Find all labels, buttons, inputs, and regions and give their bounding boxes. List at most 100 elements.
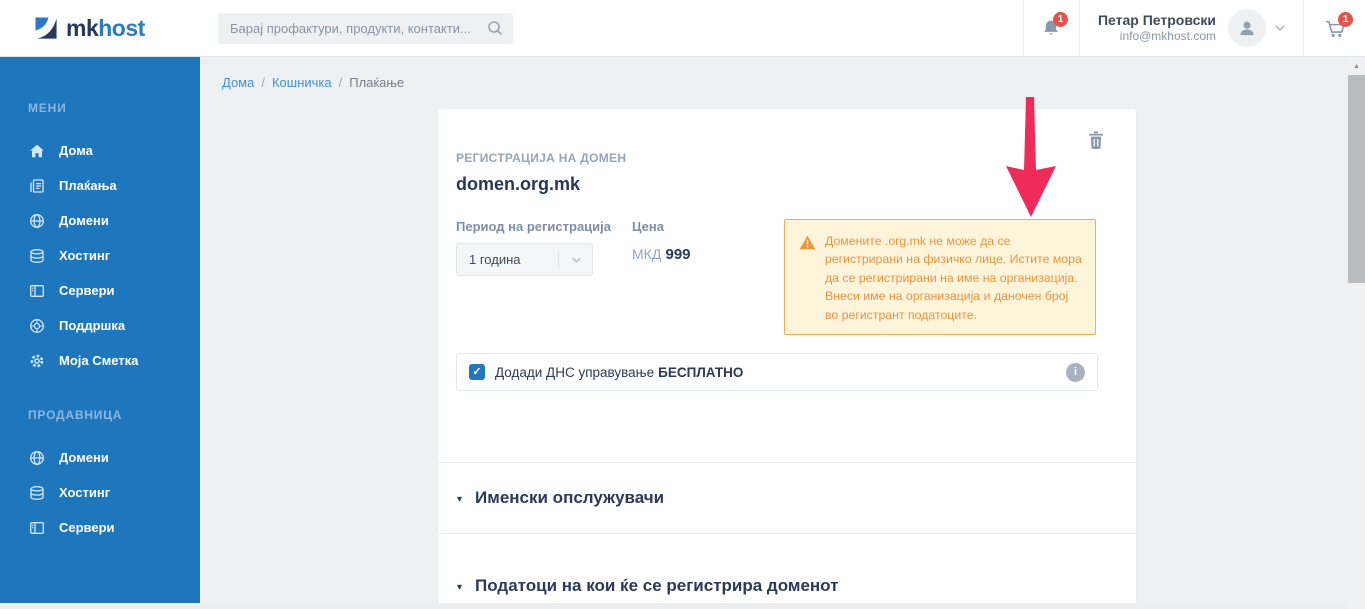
- item-type-label: РЕГИСТРАЦИЈА НА ДОМЕН: [456, 151, 627, 165]
- caret-down-icon: ▾: [457, 581, 463, 593]
- period-label: Период на регистрација: [456, 219, 612, 234]
- search-input[interactable]: [218, 12, 513, 44]
- options-row: Период на регистрација 1 година Цена МКД…: [456, 219, 1118, 336]
- section-nameservers-toggle[interactable]: ▾ Именски опслужувачи: [438, 463, 1136, 534]
- sidebar-item-payments[interactable]: Плаќања: [0, 168, 200, 203]
- sidebar: МЕНИ Дома Плаќања Домени Хостинг Сервери…: [0, 57, 200, 609]
- sidebar-item-label: Моја Сметка: [59, 353, 139, 368]
- main-content: Дома / Кошничка / Плаќање РЕГИСТРАЦИЈА Н…: [200, 57, 1365, 609]
- brand-prefix: mk: [66, 14, 99, 41]
- chevron-down-icon: [1275, 24, 1285, 31]
- brand-wordmark: mkhost: [66, 14, 145, 41]
- dns-label-text: Додади ДНС управување: [495, 364, 655, 380]
- sidebar-item-label: Домени: [59, 450, 109, 465]
- home-icon: [28, 142, 45, 159]
- shop-item-servers[interactable]: Сервери: [0, 510, 200, 545]
- breadcrumb-current: Плаќање: [349, 75, 405, 90]
- sidebar-item-support[interactable]: Поддршка: [0, 308, 200, 343]
- info-icon[interactable]: i: [1066, 362, 1085, 382]
- sidebar-item-label: Сервери: [59, 283, 115, 298]
- scroll-up-arrow-icon[interactable]: ▲: [1348, 57, 1365, 75]
- shop-item-domains[interactable]: Домени: [0, 440, 200, 475]
- sidebar-item-label: Домени: [59, 213, 109, 228]
- sidebar-item-servers[interactable]: Сервери: [0, 273, 200, 308]
- cart-button[interactable]: 1: [1303, 0, 1365, 56]
- section-label: Именски опслужувачи: [475, 488, 665, 507]
- breadcrumb-home-link[interactable]: Дома: [222, 75, 254, 90]
- global-search: [218, 12, 513, 44]
- dns-option-label: Додади ДНС управување БЕСПЛАТНО: [495, 365, 743, 380]
- gear-icon: [28, 352, 45, 369]
- sidebar-item-label: Сервери: [59, 520, 115, 535]
- dns-option-row: ✓ Додади ДНС управување БЕСПЛАТНО i: [456, 353, 1098, 391]
- brand-logo[interactable]: mkhost: [0, 0, 200, 56]
- warning-icon: [799, 235, 816, 250]
- breadcrumb-separator: /: [261, 75, 265, 90]
- period-selected-value: 1 година: [469, 252, 521, 267]
- globe-icon: [28, 212, 45, 229]
- check-icon: ✓: [472, 365, 482, 378]
- org-domain-warning: Домените .org.mk не може да се регистрир…: [784, 219, 1096, 336]
- sidebar-item-hosting[interactable]: Хостинг: [0, 238, 200, 273]
- sidebar-item-label: Хостинг: [59, 248, 111, 263]
- sidebar-item-label: Поддршка: [59, 318, 126, 333]
- price-currency: МКД: [632, 246, 662, 262]
- hosting-icon: [28, 484, 45, 501]
- person-icon: [1240, 21, 1254, 36]
- sidebar-item-label: Хостинг: [59, 485, 111, 500]
- page: mkhost 1 Петар Петровски info@mkhost.com: [0, 0, 1365, 609]
- globe-icon: [28, 449, 45, 466]
- sidebar-section-menu-title: МЕНИ: [28, 101, 67, 115]
- cart-badge: 1: [1338, 12, 1353, 27]
- caret-down-icon: ▾: [457, 493, 463, 505]
- price-amount: 999: [665, 246, 691, 263]
- warning-text: Домените .org.mk не може да се регистрир…: [825, 234, 1082, 322]
- info-glyph: i: [1073, 366, 1078, 378]
- section-label: Податоци на кои ќе се регистрира доменот: [475, 576, 839, 595]
- dns-checkbox[interactable]: ✓: [469, 364, 485, 380]
- breadcrumb: Дома / Кошничка / Плаќање: [222, 75, 404, 90]
- mkhost-logo-icon: [35, 17, 57, 39]
- section-registrant-data-toggle[interactable]: ▾ Податоци на кои ќе се регистрира домен…: [438, 534, 1136, 609]
- notifications-button[interactable]: 1: [1022, 0, 1080, 56]
- user-menu[interactable]: Петар Петровски info@mkhost.com: [1080, 0, 1303, 56]
- user-info: Петар Петровски info@mkhost.com: [1098, 12, 1216, 44]
- price-label: Цена: [632, 219, 664, 234]
- invoices-icon: [28, 177, 45, 194]
- price-value: МКД 999: [632, 246, 691, 263]
- support-icon: [28, 317, 45, 334]
- breadcrumb-separator: /: [338, 75, 343, 90]
- breadcrumb-cart-link[interactable]: Кошничка: [272, 75, 332, 90]
- vertical-scrollbar-thumb[interactable]: [1348, 75, 1365, 283]
- trash-icon: [1089, 131, 1103, 149]
- top-bar: mkhost 1 Петар Петровски info@mkhost.com: [0, 0, 1365, 57]
- domain-name: domen.org.mk: [456, 174, 581, 194]
- chevron-down-icon: [571, 257, 582, 264]
- sidebar-item-home[interactable]: Дома: [0, 133, 200, 168]
- dns-free-highlight: БЕСПЛАТНО: [658, 364, 744, 380]
- server-icon: [28, 519, 45, 536]
- sidebar-section-shop-title: ПРОДАВНИЦА: [28, 408, 123, 422]
- user-email: info@mkhost.com: [1119, 29, 1216, 43]
- vertical-scrollbar[interactable]: ▲: [1348, 57, 1365, 609]
- user-name: Петар Петровски: [1097, 12, 1216, 28]
- hosting-icon: [28, 247, 45, 264]
- notification-badge: 1: [1052, 12, 1068, 27]
- horizontal-scrollbar[interactable]: [0, 603, 1348, 609]
- sidebar-item-label: Дома: [59, 143, 93, 158]
- server-icon: [28, 282, 45, 299]
- price-field: Цена МКД 999: [632, 219, 691, 335]
- sidebar-item-label: Плаќања: [59, 178, 117, 193]
- select-divider: [558, 250, 559, 269]
- cart-item-card: РЕГИСТРАЦИЈА НА ДОМЕН domen.org.mk Перио…: [437, 108, 1137, 609]
- remove-item-button[interactable]: [1086, 129, 1106, 154]
- shop-item-hosting[interactable]: Хостинг: [0, 475, 200, 510]
- brand-suffix: host: [98, 14, 145, 41]
- registration-period-field: Период на регистрација 1 година: [456, 219, 611, 335]
- sidebar-item-domains[interactable]: Домени: [0, 203, 200, 238]
- sidebar-item-my-account[interactable]: Моја Сметка: [0, 343, 200, 378]
- avatar: [1228, 9, 1266, 47]
- period-select[interactable]: 1 година: [456, 243, 593, 276]
